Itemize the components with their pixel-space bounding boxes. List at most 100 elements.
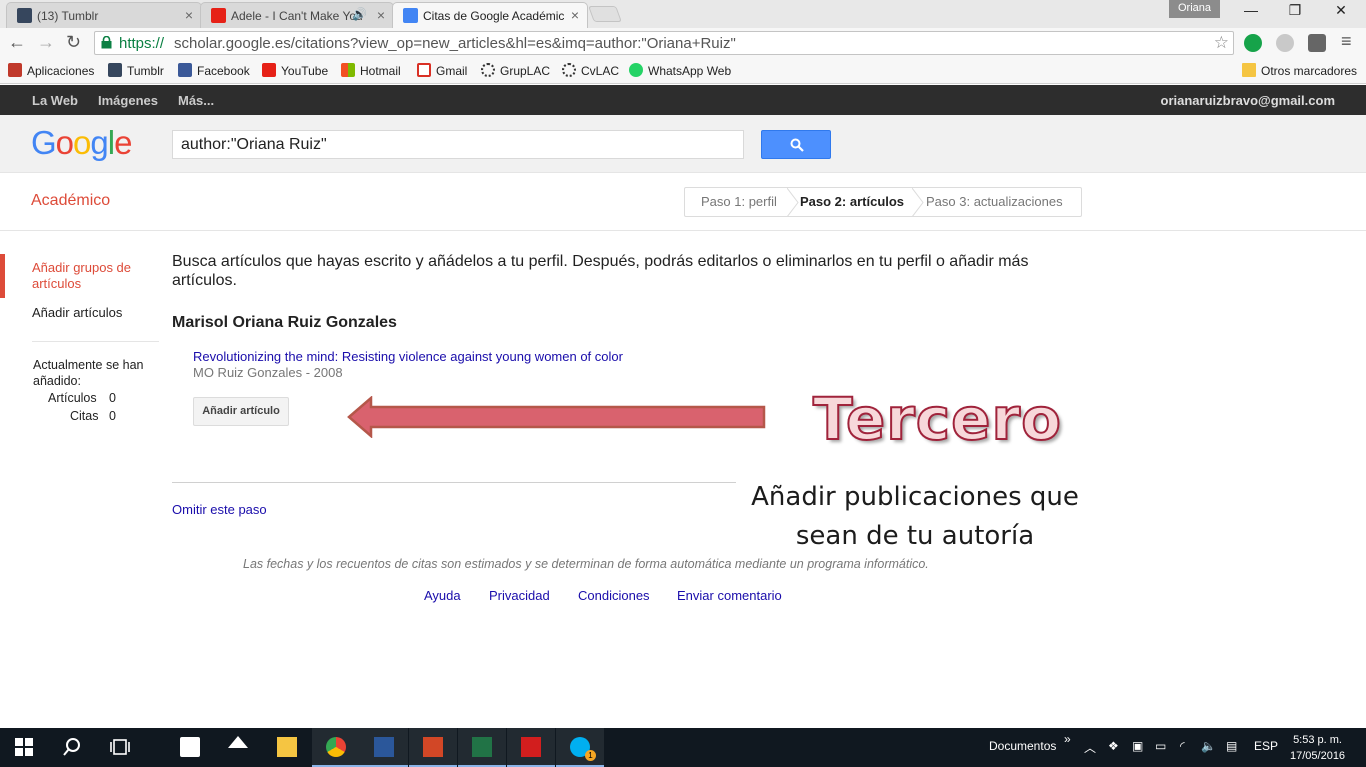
search-input[interactable]: author:"Oriana Ruiz" xyxy=(172,130,744,159)
tumblr-icon xyxy=(108,63,122,77)
start-button[interactable] xyxy=(0,728,48,767)
tab-tumblr[interactable]: (13) Tumblr × xyxy=(6,2,202,28)
tab-label: (13) Tumblr xyxy=(37,9,99,23)
search-taskbar-button[interactable] xyxy=(48,728,96,767)
scholar-icon xyxy=(403,8,418,23)
footer-link-feedback[interactable]: Enviar comentario xyxy=(677,588,782,603)
active-nav-indicator xyxy=(0,254,5,298)
gbar-link-images[interactable]: Imágenes xyxy=(98,93,158,108)
other-bookmarks[interactable]: Otros marcadores xyxy=(1242,63,1357,78)
language-indicator[interactable]: ESP xyxy=(1254,739,1278,753)
footer-link-privacy[interactable]: Privacidad xyxy=(489,588,550,603)
volume-icon[interactable]: 🔈 xyxy=(1201,739,1216,753)
menu-icon[interactable]: ≡ xyxy=(1341,31,1352,52)
bookmark-tumblr[interactable]: Tumblr xyxy=(108,63,164,78)
add-article-button[interactable]: Añadir artículo xyxy=(193,397,289,426)
new-tab-button[interactable] xyxy=(588,6,622,22)
account-email[interactable]: orianaruizbravo@gmail.com xyxy=(1161,93,1336,108)
annotation-heading: Tercero xyxy=(812,384,1062,454)
annotation-line-2: sean de tu autoría xyxy=(795,521,1035,551)
nav-add-articles[interactable]: Añadir artículos xyxy=(32,305,122,321)
clock-time: 5:53 p. m. xyxy=(1293,734,1342,746)
gbar-link-more[interactable]: Más... xyxy=(178,93,214,108)
taskbar-chrome[interactable] xyxy=(312,728,360,767)
security-icon[interactable]: ▣ xyxy=(1132,739,1143,753)
close-window-button[interactable]: ✕ xyxy=(1318,2,1364,24)
youtube-icon xyxy=(262,63,276,77)
bookmark-hotmail[interactable]: Hotmail xyxy=(341,63,401,78)
skip-step-link[interactable]: Omitir este paso xyxy=(172,502,267,517)
footer-link-terms[interactable]: Condiciones xyxy=(578,588,650,603)
articles-count-label: Artículos xyxy=(48,391,97,405)
grammarly-icon[interactable] xyxy=(1244,34,1262,52)
wifi-icon[interactable]: ◜ xyxy=(1180,739,1185,753)
bookmark-gruplac[interactable]: GrupLAC xyxy=(481,63,550,78)
annotation-line-1: Añadir publicaciones que xyxy=(751,482,1079,512)
article-title-link[interactable]: Revolutionizing the mind: Resisting viol… xyxy=(193,349,623,364)
tab-label: Adele - I Can't Make You xyxy=(231,9,363,23)
clock-date: 17/05/2016 xyxy=(1290,750,1346,762)
url-scheme: https:// xyxy=(119,35,165,52)
bookmark-aplicaciones[interactable]: Aplicaciones xyxy=(8,63,94,78)
task-view-button[interactable] xyxy=(96,728,144,767)
store-icon xyxy=(180,737,200,757)
minimize-button[interactable]: — xyxy=(1228,2,1274,24)
bookmark-cvlac[interactable]: CvLAC xyxy=(562,63,619,78)
dropbox-icon[interactable]: ❖ xyxy=(1108,739,1119,753)
taskbar-skype[interactable]: 1 xyxy=(556,728,604,767)
disclaimer-text: Las fechas y los recuentos de citas son … xyxy=(243,557,929,571)
taskbar-home[interactable] xyxy=(214,728,262,767)
search-button[interactable] xyxy=(761,130,831,159)
clock[interactable]: 5:53 p. m. 17/05/2016 xyxy=(1290,732,1345,764)
reload-icon[interactable]: ↻ xyxy=(66,32,81,53)
bookmarks-bar: Aplicaciones Tumblr Facebook YouTube Hot… xyxy=(0,58,1366,84)
battery-icon[interactable]: ▭ xyxy=(1155,739,1166,753)
bookmark-gmail[interactable]: Gmail xyxy=(417,63,467,78)
cvlac-icon xyxy=(562,63,576,77)
tab-label: Citas de Google Académic xyxy=(423,9,565,23)
address-bar[interactable]: https:// scholar.google.es/citations?vie… xyxy=(94,31,1234,55)
search-icon xyxy=(63,738,80,756)
gbar-link-web[interactable]: La Web xyxy=(32,93,78,108)
skype-extension-icon[interactable] xyxy=(1276,34,1294,52)
nav-add-groups[interactable]: Añadir grupos de artículos xyxy=(32,260,152,292)
taskbar-acrobat[interactable] xyxy=(507,728,555,767)
taskbar-word[interactable] xyxy=(360,728,408,767)
article-meta: MO Ruiz Gonzales - 2008 xyxy=(193,365,343,380)
restore-button[interactable]: ❐ xyxy=(1272,2,1318,24)
close-icon[interactable]: × xyxy=(377,7,385,23)
bookmark-whatsapp[interactable]: WhatsApp Web xyxy=(629,63,731,78)
excel-icon xyxy=(472,737,492,757)
bookmark-label: GrupLAC xyxy=(500,64,551,78)
page-title[interactable]: Académico xyxy=(31,192,110,210)
word-icon xyxy=(374,737,394,757)
tab-youtube[interactable]: Adele - I Can't Make You 🔊 × xyxy=(200,2,394,28)
bookmark-youtube[interactable]: YouTube xyxy=(262,63,328,78)
citations-count-label: Citas xyxy=(70,409,99,423)
scholar-header: Google author:"Oriana Ruiz" xyxy=(0,115,1366,173)
lock-icon xyxy=(101,36,112,49)
extension-icon[interactable] xyxy=(1308,34,1326,52)
taskbar-explorer[interactable] xyxy=(263,728,311,767)
tab-strip: (13) Tumblr × Adele - I Can't Make You 🔊… xyxy=(0,0,1366,28)
task-view-icon xyxy=(110,739,130,755)
close-icon[interactable]: × xyxy=(185,7,193,23)
back-icon[interactable]: ← xyxy=(8,32,26,53)
close-icon[interactable]: × xyxy=(571,7,579,23)
google-logo[interactable]: Google xyxy=(31,124,132,162)
toolbar-overflow[interactable]: » xyxy=(1064,732,1071,746)
profile-button[interactable]: Oriana xyxy=(1169,0,1220,18)
tab-scholar[interactable]: Citas de Google Académic × xyxy=(392,2,588,28)
show-hidden-icons[interactable]: ︿ xyxy=(1084,739,1096,756)
forward-icon[interactable]: → xyxy=(37,32,55,53)
taskbar-store[interactable] xyxy=(166,728,214,767)
notifications-icon[interactable]: ▤ xyxy=(1226,739,1237,753)
bookmark-facebook[interactable]: Facebook xyxy=(178,63,250,78)
taskbar-powerpoint[interactable] xyxy=(409,728,457,767)
documents-toolbar[interactable]: Documentos xyxy=(989,739,1056,753)
footer-link-help[interactable]: Ayuda xyxy=(424,588,461,603)
bookmark-label: Hotmail xyxy=(360,64,401,78)
annotation-text: Añadir publicaciones que sean de tu auto… xyxy=(740,478,1090,556)
bookmark-star-icon[interactable]: ☆ xyxy=(1214,33,1229,53)
taskbar-excel[interactable] xyxy=(458,728,506,767)
